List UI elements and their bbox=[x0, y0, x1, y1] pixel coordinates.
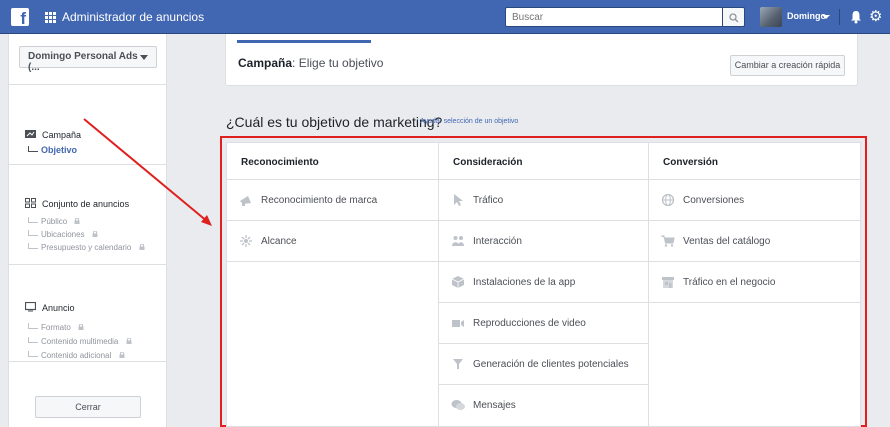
people-icon bbox=[452, 236, 464, 246]
video-camera-icon bbox=[452, 320, 464, 327]
megaphone-icon bbox=[240, 196, 251, 206]
marketing-objective-question: ¿Cuál es tu objetivo de marketing? bbox=[226, 114, 443, 130]
campaign-header-card: Campaña: Elige tu objetivo Cambiar a cre… bbox=[225, 34, 858, 86]
notifications-bell-icon[interactable] bbox=[850, 10, 862, 24]
objective-conversions[interactable]: Conversiones bbox=[649, 180, 861, 221]
lock-icon bbox=[78, 323, 84, 330]
objectives-table: Reconocimiento Reconocimiento de marca A… bbox=[226, 142, 861, 427]
column-conversion: Conversión Conversiones Ventas del catál… bbox=[649, 143, 861, 427]
sidebar-item-contenido-multimedia[interactable]: Contenido multimedia bbox=[28, 337, 132, 346]
sidebar-item-presupuesto[interactable]: Presupuesto y calendario bbox=[28, 243, 145, 252]
app-title[interactable]: Administrador de anuncios bbox=[62, 10, 204, 24]
help-link[interactable]: Ayuda: selección de un objetivo bbox=[420, 118, 518, 125]
switch-quick-creation-button[interactable]: Cambiar a creación rápida bbox=[730, 55, 845, 76]
topbar-divider bbox=[839, 9, 840, 25]
progress-indicator bbox=[237, 40, 371, 43]
sidebar-item-contenido-adicional[interactable]: Contenido adicional bbox=[28, 351, 125, 360]
objective-brand-awareness[interactable]: Reconocimiento de marca bbox=[227, 180, 438, 221]
sidebar-item-formato[interactable]: Formato bbox=[28, 323, 84, 332]
store-icon bbox=[662, 277, 674, 288]
sidebar-item-ubicaciones[interactable]: Ubicaciones bbox=[28, 230, 98, 239]
column-header: Conversión bbox=[649, 143, 861, 180]
lock-icon bbox=[126, 337, 132, 344]
sidebar: Domingo Personal Ads (... Campaña Objeti… bbox=[8, 34, 167, 427]
objective-traffic[interactable]: Tráfico bbox=[439, 180, 648, 221]
lock-icon bbox=[139, 243, 145, 250]
lock-icon bbox=[74, 217, 80, 224]
top-navigation-bar: f Administrador de anuncios Domingo ⚙ bbox=[0, 0, 890, 34]
objectives-highlight-box: Reconocimiento Reconocimiento de marca A… bbox=[220, 136, 867, 427]
ad-monitor-icon bbox=[25, 302, 36, 312]
shopping-cart-icon bbox=[661, 235, 675, 247]
objective-lead-generation[interactable]: Generación de clientes potenciales bbox=[439, 344, 648, 385]
objective-engagement[interactable]: Interacción bbox=[439, 221, 648, 262]
column-header: Reconocimiento bbox=[227, 143, 438, 180]
objective-app-installs[interactable]: Instalaciones de la app bbox=[439, 262, 648, 303]
sidebar-item-objetivo[interactable]: Objetivo bbox=[28, 145, 77, 155]
chevron-down-icon bbox=[140, 55, 148, 60]
account-selector[interactable]: Domingo Personal Ads (... bbox=[19, 46, 157, 73]
objective-catalog-sales[interactable]: Ventas del catálogo bbox=[649, 221, 861, 262]
app-box-icon bbox=[451, 276, 465, 288]
column-header: Consideración bbox=[439, 143, 648, 180]
objective-store-traffic[interactable]: Tráfico en el negocio bbox=[649, 262, 861, 303]
lock-icon bbox=[119, 351, 125, 358]
funnel-icon bbox=[453, 359, 463, 369]
close-button[interactable]: Cerrar bbox=[35, 396, 141, 418]
globe-icon bbox=[661, 194, 675, 206]
avatar[interactable] bbox=[760, 7, 782, 27]
objective-video-views[interactable]: Reproducciones de video bbox=[439, 303, 648, 344]
account-name: Domingo Personal Ads (... bbox=[28, 51, 138, 73]
chat-bubbles-icon bbox=[451, 400, 465, 410]
settings-gear-icon[interactable]: ⚙ bbox=[869, 9, 882, 24]
page-title: Campaña: Elige tu objetivo bbox=[238, 56, 384, 70]
grid-menu-icon[interactable] bbox=[45, 12, 56, 23]
objective-reach[interactable]: Alcance bbox=[227, 221, 438, 262]
sidebar-footer: Cerrar bbox=[9, 361, 166, 427]
sidebar-item-publico[interactable]: Público bbox=[28, 217, 80, 226]
cursor-icon bbox=[454, 194, 463, 206]
sidebar-section-campaign: Campaña Objetivo bbox=[9, 84, 166, 164]
objective-messages[interactable]: Mensajes bbox=[439, 385, 648, 426]
chevron-down-icon[interactable] bbox=[822, 15, 830, 19]
user-name[interactable]: Domingo bbox=[787, 11, 826, 21]
column-awareness: Reconocimiento Reconocimiento de marca A… bbox=[227, 143, 439, 427]
facebook-logo-icon[interactable]: f bbox=[11, 8, 29, 26]
lock-icon bbox=[92, 230, 98, 237]
column-consideration: Consideración Tráfico Interacción Instal… bbox=[439, 143, 649, 427]
search-button[interactable] bbox=[723, 7, 745, 27]
sidebar-section-adset: Conjunto de anuncios Público Ubicaciones… bbox=[9, 164, 166, 264]
adset-grid-icon bbox=[25, 198, 36, 208]
reach-burst-icon bbox=[240, 235, 252, 247]
search-icon bbox=[729, 13, 739, 23]
sidebar-section-ad: Anuncio Formato Contenido multimedia Con… bbox=[9, 264, 166, 361]
campaign-icon bbox=[25, 130, 36, 138]
search-input[interactable] bbox=[505, 7, 723, 27]
